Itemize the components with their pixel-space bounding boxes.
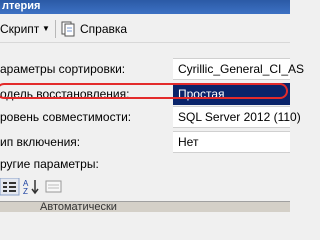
property-name-cell: одель восстановления: bbox=[0, 83, 172, 105]
script-dropdown-icon[interactable]: ▼ bbox=[42, 22, 50, 36]
help-button[interactable]: Справка bbox=[80, 22, 127, 36]
bottom-category-header[interactable]: Автоматически bbox=[0, 201, 290, 213]
help-icon[interactable] bbox=[61, 21, 75, 37]
property-row[interactable]: ровень совместимости: SQL Server 2012 (1… bbox=[0, 106, 301, 128]
other-params-label: ругие параметры: bbox=[0, 157, 99, 171]
property-name-cell: ип включения: bbox=[0, 131, 172, 153]
toolbar: Скрипт ▼ Справка bbox=[0, 14, 290, 43]
bottom-category-label: Автоматически bbox=[40, 201, 117, 213]
property-label: араметры сортировки: bbox=[0, 62, 126, 76]
property-grid: араметры сортировки: Cyrillic_General_CI… bbox=[0, 44, 304, 189]
property-pages-icon[interactable] bbox=[44, 178, 64, 196]
property-value-cell[interactable]: Нет bbox=[173, 131, 290, 153]
alphabetical-sort-icon[interactable]: A Z bbox=[22, 178, 42, 196]
compatibility-level-value: SQL Server 2012 (110) bbox=[178, 110, 301, 124]
collation-value: Cyrillic_General_CI_AS bbox=[178, 62, 305, 76]
property-label: ровень совместимости: bbox=[0, 110, 132, 124]
property-row[interactable]: араметры сортировки: Cyrillic_General_CI… bbox=[0, 58, 304, 80]
sort-toolbar: A Z bbox=[0, 178, 290, 198]
window-title: лтерия bbox=[2, 0, 41, 12]
property-label: одель восстановления: bbox=[0, 87, 130, 101]
property-value-cell[interactable]: SQL Server 2012 (110) bbox=[173, 106, 301, 128]
property-row[interactable]: ип включения: Нет bbox=[0, 131, 290, 153]
property-value-cell[interactable]: Cyrillic_General_CI_AS bbox=[173, 58, 304, 80]
property-row-selected[interactable]: одель восстановления: Простая bbox=[0, 83, 290, 105]
categorized-sort-icon[interactable] bbox=[0, 178, 20, 196]
property-value-cell[interactable]: Простая bbox=[173, 83, 290, 105]
toolbar-separator bbox=[55, 20, 56, 38]
containment-type-value: Нет bbox=[178, 135, 199, 149]
property-name-cell: араметры сортировки: bbox=[0, 58, 172, 80]
svg-text:Z: Z bbox=[23, 187, 28, 196]
property-label: ип включения: bbox=[0, 135, 81, 149]
property-name-cell: ровень совместимости: bbox=[0, 106, 172, 128]
recovery-model-value: Простая bbox=[178, 87, 225, 101]
window-titlebar: лтерия bbox=[0, 0, 290, 14]
script-button[interactable]: Скрипт bbox=[0, 22, 39, 36]
